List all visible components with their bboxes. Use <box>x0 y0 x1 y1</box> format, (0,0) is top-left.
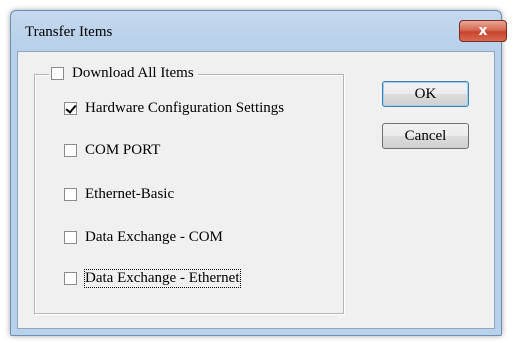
ethernet-basic-checkbox[interactable] <box>64 188 77 201</box>
item-com-port[interactable]: COM PORT <box>64 142 160 159</box>
item-hardware-configuration[interactable]: Hardware Configuration Settings <box>64 100 284 117</box>
item-data-exchange-com[interactable]: Data Exchange - COM <box>64 229 223 246</box>
com-port-label: COM PORT <box>85 142 161 158</box>
ok-button[interactable]: OK <box>382 81 469 107</box>
close-button[interactable]: x <box>459 20 507 42</box>
hardware-configuration-label: Hardware Configuration Settings <box>85 100 285 116</box>
item-ethernet-basic[interactable]: Ethernet-Basic <box>64 186 174 203</box>
ethernet-basic-label: Ethernet-Basic <box>85 186 175 202</box>
download-all-label: Download All Items <box>72 65 194 81</box>
data-exchange-ethernet-label: Data Exchange - Ethernet <box>84 269 241 288</box>
data-exchange-ethernet-checkbox[interactable] <box>64 272 77 285</box>
download-all-checkbox[interactable]: Download All Items <box>49 65 198 82</box>
item-data-exchange-ethernet[interactable]: Data Exchange - Ethernet <box>64 269 241 288</box>
com-port-checkbox[interactable] <box>64 144 77 157</box>
hardware-configuration-checkbox[interactable] <box>64 102 77 115</box>
data-exchange-com-checkbox[interactable] <box>64 231 77 244</box>
download-all-checkbox-box[interactable] <box>51 67 64 80</box>
dialog-body: Download All Items Hardware Configuratio… <box>17 51 495 329</box>
window-title: Transfer Items <box>25 24 113 40</box>
cancel-button[interactable]: Cancel <box>382 123 469 149</box>
close-icon: x <box>478 23 488 39</box>
data-exchange-com-label: Data Exchange - COM <box>85 229 223 245</box>
transfer-items-dialog: Transfer Items x Download All Items Hard… <box>10 10 507 336</box>
